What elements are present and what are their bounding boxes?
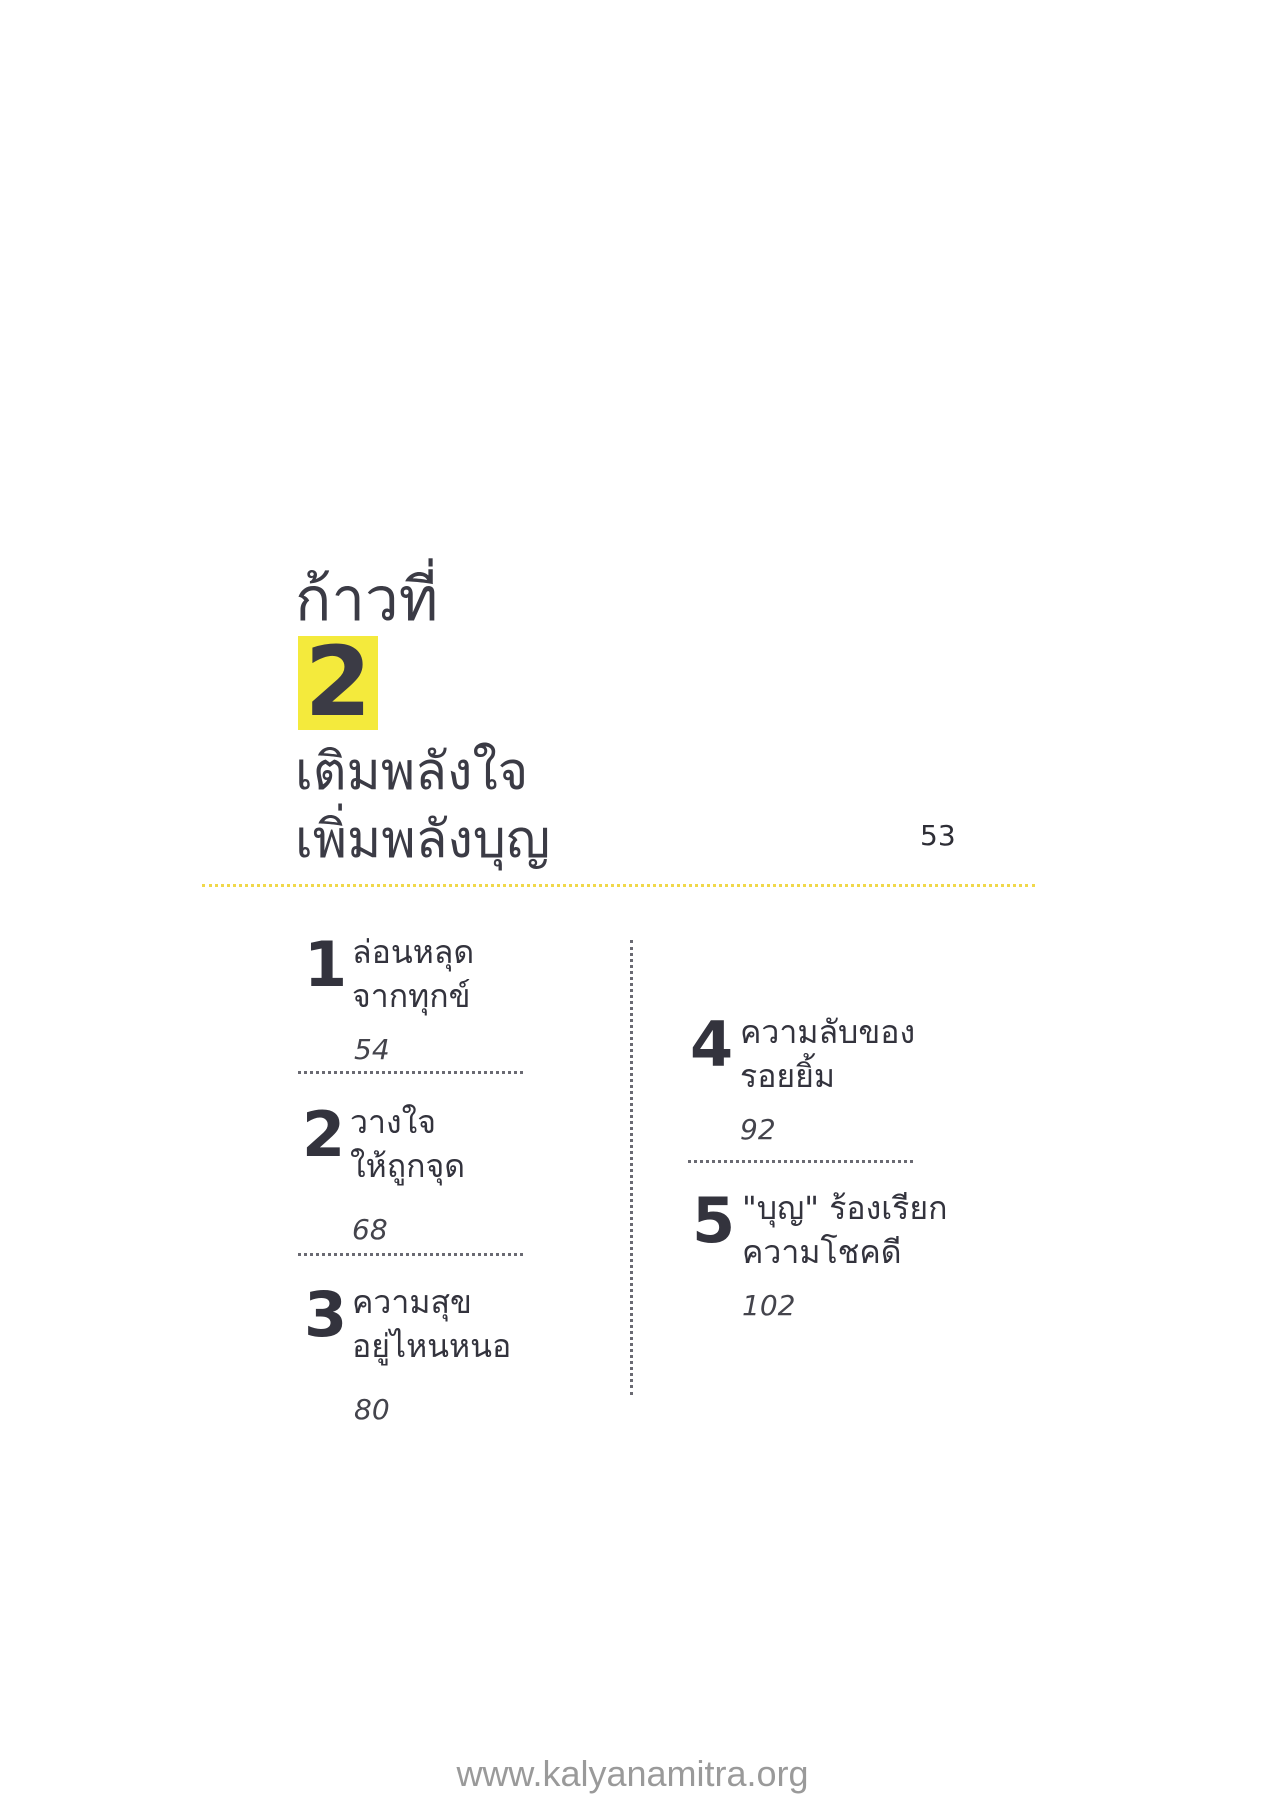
chapter-number: 5 <box>692 1184 736 1257</box>
chapter-page-number: 54 <box>354 1033 390 1066</box>
footer-url: www.kalyanamitra.org <box>456 1753 809 1794</box>
chapter-title-line-2: อยู่ไหนหนอ <box>352 1327 512 1365</box>
column-divider <box>630 940 633 1395</box>
chapter-title-line-1: วางใจ <box>350 1103 436 1141</box>
chapter-title-line-2: ความโชคดี <box>742 1233 902 1271</box>
chapter-title: ล่อนหลุด จากทุกข์ <box>352 930 474 1018</box>
chapter-number: 1 <box>304 928 348 1001</box>
header-divider <box>202 884 1035 887</box>
chapter-title-line-1: ความสุข <box>352 1283 472 1321</box>
chapter-title-line-2: รอยยิ้ม <box>740 1057 835 1095</box>
chapter-title: วางใจ ให้ถูกจุด <box>350 1100 465 1188</box>
chapter-title-line-1: "บุญ" ร้องเรียก <box>742 1189 948 1227</box>
chapter-page-number: 68 <box>352 1213 388 1246</box>
chapter-title: ความสุข อยู่ไหนหนอ <box>352 1280 511 1368</box>
chapter-separator <box>298 1253 523 1256</box>
chapter-title-line-2: ให้ถูกจุด <box>350 1147 465 1185</box>
page-number: 53 <box>920 819 956 852</box>
chapter-page-number: 80 <box>354 1393 390 1426</box>
chapter-title-line-1: ล่อนหลุด <box>352 933 475 971</box>
chapter-number: 2 <box>302 1098 346 1171</box>
chapter-number: 3 <box>304 1278 348 1351</box>
section-title-line-1: เติมพลังใจ <box>295 742 529 802</box>
chapter-page-number: 102 <box>742 1289 796 1322</box>
section-number: 2 <box>304 626 372 738</box>
chapter-title: "บุญ" ร้องเรียก ความโชคดี <box>742 1186 947 1274</box>
chapter-title: ความลับของ รอยยิ้ม <box>740 1010 915 1098</box>
chapter-separator <box>298 1071 523 1074</box>
book-page: ก้าวที่ 2 เติมพลังใจ เพิ่มพลังบุญ 53 1 ล… <box>0 0 1265 1800</box>
chapter-separator <box>688 1160 913 1163</box>
chapter-title-line-2: จากทุกข์ <box>352 977 471 1015</box>
chapter-number: 4 <box>690 1008 734 1081</box>
chapter-title-line-1: ความลับของ <box>740 1013 916 1051</box>
section-title-line-2: เพิ่มพลังบุญ <box>295 810 551 870</box>
chapter-page-number: 92 <box>740 1113 776 1146</box>
